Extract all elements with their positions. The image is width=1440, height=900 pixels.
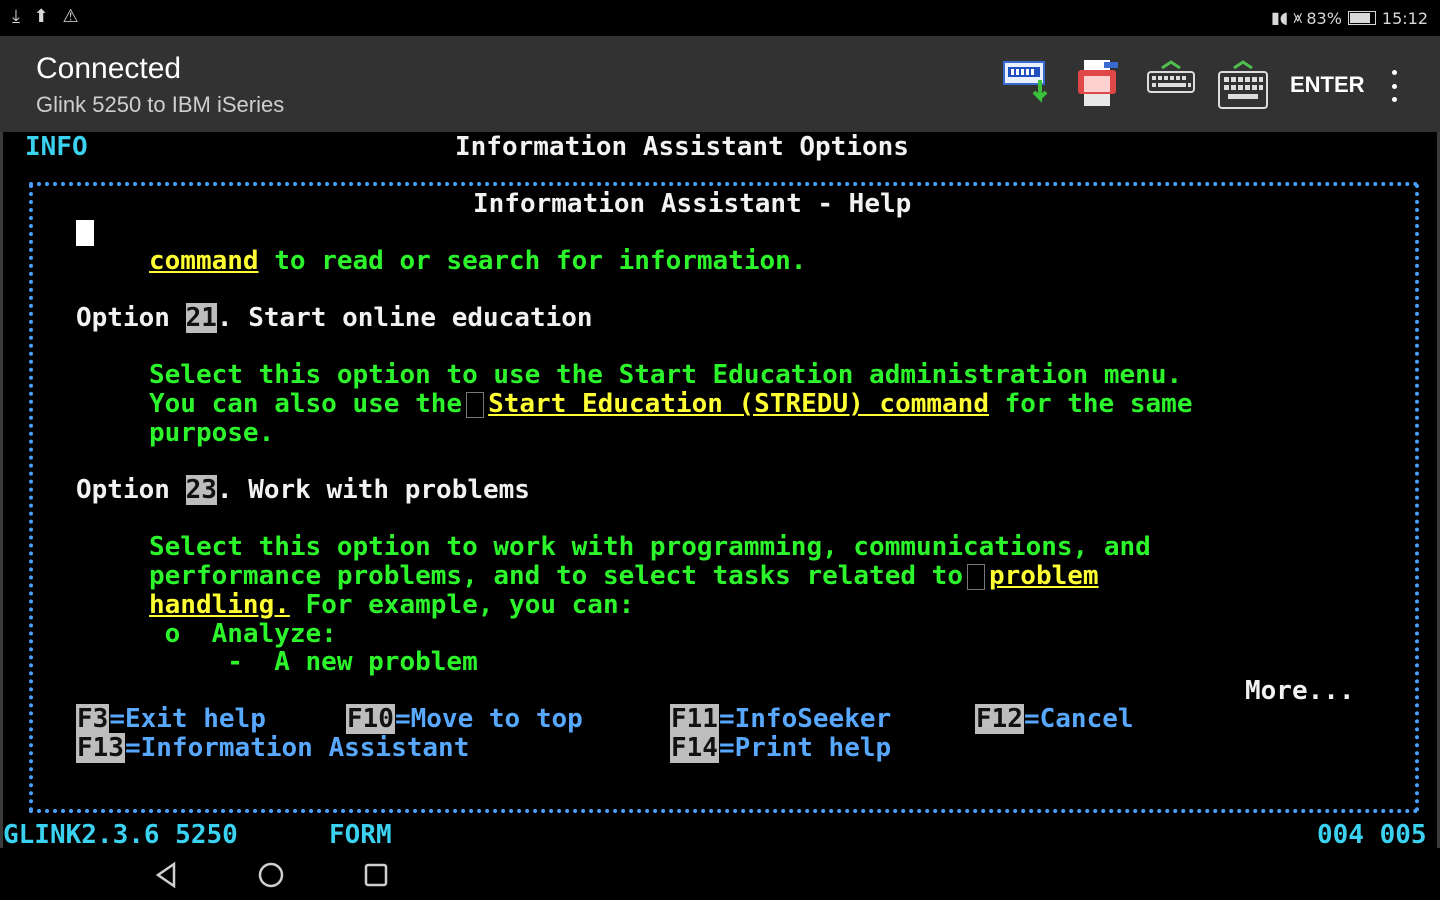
option-prefix: Option bbox=[76, 303, 186, 333]
problem-link[interactable]: problem bbox=[989, 561, 1099, 591]
handling-link[interactable]: handling. bbox=[149, 590, 290, 620]
command-link[interactable]: command bbox=[149, 246, 259, 276]
fkey-label: F11 bbox=[670, 704, 719, 734]
signal-wifi-icons: ▮◖ ⩙ bbox=[1270, 8, 1303, 27]
cursor-position: 004 005 bbox=[1317, 820, 1427, 850]
status-indicators: ▮◖ ⩙ 83% 15:12 bbox=[1271, 8, 1428, 28]
enter-button[interactable]: ENTER bbox=[1290, 72, 1365, 98]
fkey-desc: =Information Assistant bbox=[124, 733, 470, 763]
connection-subtitle: Glink 5250 to IBM iSeries bbox=[36, 92, 285, 117]
fkey-desc: =InfoSeeker bbox=[718, 704, 892, 734]
help-line-command: command to read or search for informatio… bbox=[149, 246, 806, 276]
option-21-number: 21 bbox=[185, 303, 217, 333]
more-indicator: More... bbox=[1245, 676, 1355, 706]
help-window-border-left bbox=[29, 184, 33, 812]
print-icon[interactable] bbox=[1074, 58, 1128, 112]
screen-title: Information Assistant Options bbox=[455, 132, 909, 162]
help-window-border-bottom bbox=[29, 809, 1419, 813]
fkey-f12[interactable]: F12=Cancel bbox=[975, 704, 1134, 734]
system-navigation-bar bbox=[0, 848, 1440, 900]
screen-id: INFO bbox=[25, 132, 88, 162]
keyboard-show-icon[interactable] bbox=[1216, 58, 1270, 112]
fkey-f10[interactable]: F10=Move to top bbox=[346, 704, 583, 734]
terminal-status-line: GLINK2.3.6 5250 FORM 004 005 bbox=[3, 820, 1437, 850]
back-icon[interactable] bbox=[152, 860, 182, 890]
option-23-desc-line1: Select this option to work with programm… bbox=[149, 532, 1151, 562]
option-23-line3-post: For example, you can: bbox=[289, 590, 635, 620]
fkey-f14[interactable]: F14=Print help bbox=[670, 733, 891, 763]
link-marker bbox=[466, 391, 485, 418]
fkey-desc: =Exit help bbox=[109, 704, 266, 734]
fkey-f13[interactable]: F13=Information Assistant bbox=[76, 733, 469, 763]
option-23-bullet-analyze: o Analyze: bbox=[149, 619, 337, 649]
app-toolbar: Connected Glink 5250 to IBM iSeries ENTE… bbox=[0, 36, 1440, 132]
battery-icon bbox=[1347, 11, 1376, 25]
option-23-desc-line3: handling. For example, you can: bbox=[149, 590, 634, 620]
keyboard-hide-icon[interactable] bbox=[1144, 58, 1198, 112]
option-23-desc-line2: performance problems, and to select task… bbox=[149, 561, 1099, 591]
overflow-menu-icon[interactable] bbox=[1384, 66, 1404, 106]
text-cursor bbox=[76, 220, 94, 246]
fkey-label: F12 bbox=[975, 704, 1024, 734]
clock: 15:12 bbox=[1381, 8, 1428, 28]
option-21-desc-line1: Select this option to use the Start Educ… bbox=[149, 360, 1183, 390]
option-21-heading: Option 21. Start online education bbox=[76, 303, 593, 333]
connection-status-title: Connected bbox=[36, 52, 182, 85]
option-23-heading: Option 23. Work with problems bbox=[76, 475, 530, 505]
home-icon[interactable] bbox=[256, 860, 286, 890]
fkey-desc: =Cancel bbox=[1023, 704, 1134, 734]
command-line-text: to read or search for information. bbox=[258, 246, 807, 276]
help-window-border-top bbox=[29, 182, 1419, 186]
notification-icons: ⤓ ⬆ ⚠ bbox=[12, 6, 83, 27]
stredu-command-link[interactable]: Start Education (STREDU) command bbox=[488, 389, 989, 419]
option-23-title: . Work with problems bbox=[216, 475, 530, 505]
help-window-title: Information Assistant - Help bbox=[473, 189, 912, 219]
option-21-desc-line3: purpose. bbox=[149, 418, 275, 448]
fkey-f3[interactable]: F3=Exit help bbox=[76, 704, 266, 734]
emulator-version: GLINK2.3.6 5250 bbox=[3, 820, 238, 850]
option-23-bullet-new-problem: - A new problem bbox=[149, 647, 478, 677]
option-21-line2-post: for the same bbox=[988, 389, 1193, 419]
fkey-label: F14 bbox=[670, 733, 719, 763]
option-23-number: 23 bbox=[185, 475, 217, 505]
option-prefix: Option bbox=[76, 475, 186, 505]
option-23-line2-pre: performance problems, and to select task… bbox=[149, 561, 963, 591]
download-screen-icon[interactable] bbox=[1002, 58, 1056, 112]
link-marker bbox=[966, 563, 985, 590]
fkey-label: F3 bbox=[76, 704, 110, 734]
system-status-bar: ⤓ ⬆ ⚠ ▮◖ ⩙ 83% 15:12 bbox=[0, 0, 1440, 36]
fkey-desc: =Print help bbox=[718, 733, 892, 763]
battery-percent: 83% bbox=[1306, 8, 1342, 28]
help-window-border-right bbox=[1415, 184, 1419, 812]
keyboard-mode: FORM bbox=[329, 820, 392, 850]
fkey-label: F10 bbox=[346, 704, 395, 734]
option-21-desc-line2: You can also use the Start Education (STR… bbox=[149, 389, 1192, 419]
fkey-f11[interactable]: F11=InfoSeeker bbox=[670, 704, 891, 734]
fkey-label: F13 bbox=[76, 733, 125, 763]
fkey-desc: =Move to top bbox=[394, 704, 583, 734]
recents-icon[interactable] bbox=[361, 860, 391, 890]
terminal-screen[interactable]: INFO Information Assistant Options Infor… bbox=[0, 132, 1440, 850]
option-21-line2-pre: You can also use the bbox=[149, 389, 463, 419]
option-21-title: . Start online education bbox=[216, 303, 593, 333]
